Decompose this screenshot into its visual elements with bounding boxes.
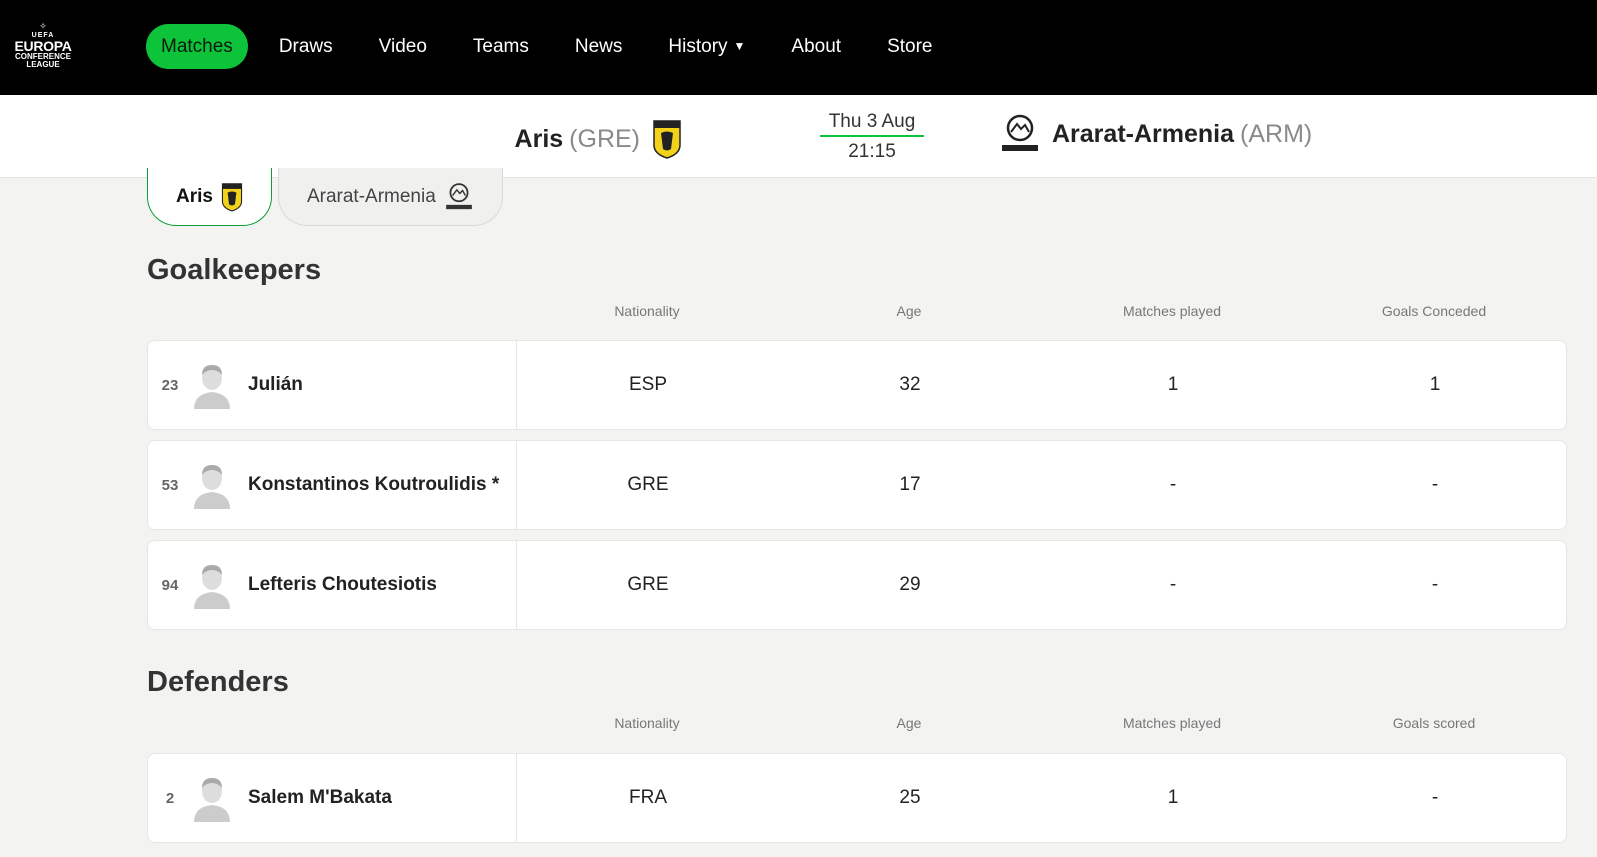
player-row[interactable]: 53 Konstantinos Koutroulidis * GRE 17 - … xyxy=(147,440,1567,530)
nav-item-about[interactable]: About xyxy=(776,24,856,69)
tab-aris[interactable]: Aris xyxy=(147,168,272,226)
player-age: 32 xyxy=(899,374,921,395)
match-date: Thu 3 Aug xyxy=(820,111,924,137)
nav-item-store[interactable]: Store xyxy=(872,24,947,69)
section-title-defenders: Defenders xyxy=(147,666,289,698)
chevron-down-icon: ▼ xyxy=(733,39,746,54)
player-matches-played: - xyxy=(1169,474,1177,495)
player-goals-conceded: - xyxy=(1431,474,1439,495)
header-matches-played: Matches played xyxy=(1122,303,1222,319)
team-tabs: Aris Ararat-Armenia xyxy=(147,168,509,226)
header-age: Age xyxy=(896,303,922,319)
ararat-crest-icon xyxy=(1002,114,1038,151)
match-header: Aris (GRE) Thu 3 Aug 21:15 Ararat-Armeni… xyxy=(0,95,1597,178)
player-number: 23 xyxy=(161,376,179,394)
nav-item-news[interactable]: News xyxy=(560,24,638,69)
player-row[interactable]: 2 Salem M'Bakata FRA 25 1 - xyxy=(147,753,1567,843)
nav-label: Teams xyxy=(472,36,529,57)
logo-line1: EUROPA xyxy=(14,38,72,54)
player-cell: 23 Julián xyxy=(148,341,517,429)
tab-ararat-armenia[interactable]: Ararat-Armenia xyxy=(277,168,503,226)
player-goals-conceded: - xyxy=(1431,574,1439,595)
header-goals-conceded: Goals Conceded xyxy=(1381,303,1487,319)
match-datetime[interactable]: Thu 3 Aug 21:15 xyxy=(820,111,924,163)
header-matches-played: Matches played xyxy=(1122,715,1222,731)
nav-label: Store xyxy=(887,36,933,57)
away-team-name: Ararat-Armenia xyxy=(1052,119,1235,148)
player-goals-scored: - xyxy=(1431,787,1439,808)
nav-label: Video xyxy=(378,36,427,57)
player-nationality: ESP xyxy=(628,374,668,395)
player-number: 2 xyxy=(165,789,175,807)
nav-item-matches[interactable]: Matches xyxy=(146,24,248,69)
player-age: 17 xyxy=(899,474,921,495)
header-nationality: Nationality xyxy=(614,303,680,319)
nav-item-video[interactable]: Video xyxy=(364,24,442,69)
player-cell: 94 Lefteris Choutesiotis xyxy=(148,541,517,629)
home-team[interactable]: Aris (GRE) xyxy=(515,119,682,159)
player-matches-played: - xyxy=(1169,574,1177,595)
nav-label: Matches xyxy=(161,36,233,57)
player-row[interactable]: 94 Lefteris Choutesiotis GRE 29 - - xyxy=(147,540,1567,630)
player-cell: 53 Konstantinos Koutroulidis * xyxy=(148,441,517,529)
section-title-goalkeepers: Goalkeepers xyxy=(147,254,322,286)
home-team-name: Aris xyxy=(514,124,564,153)
header-goals-scored: Goals scored xyxy=(1392,715,1476,731)
tab-label: Ararat-Armenia xyxy=(306,185,436,207)
logo-line3: LEAGUE xyxy=(26,60,60,69)
aris-crest-icon xyxy=(221,182,243,212)
player-age: 25 xyxy=(899,787,921,808)
uecl-logo[interactable]: ✧ UEFA EUROPA CONFERENCE LEAGUE xyxy=(10,22,76,72)
player-avatar-icon xyxy=(194,465,230,509)
home-team-code: (GRE) xyxy=(569,124,640,153)
player-nationality: GRE xyxy=(627,574,669,595)
player-name: Salem M'Bakata xyxy=(248,787,392,808)
player-goals-conceded: 1 xyxy=(1429,374,1441,395)
player-matches-played: 1 xyxy=(1167,374,1179,395)
player-name: Lefteris Choutesiotis xyxy=(248,574,437,595)
away-team-code: (ARM) xyxy=(1240,119,1313,148)
nav-label: History xyxy=(668,36,728,57)
tab-label: Aris xyxy=(176,185,213,207)
defenders-column-headers: Nationality Age Matches played Goals sco… xyxy=(147,715,1567,735)
ararat-crest-icon xyxy=(445,182,472,209)
player-name: Konstantinos Koutroulidis * xyxy=(248,474,500,495)
logo-star-icon: ✧ xyxy=(39,21,47,31)
match-kickoff-time: 21:15 xyxy=(848,141,896,162)
player-name: Julián xyxy=(248,374,303,395)
player-matches-played: 1 xyxy=(1167,787,1179,808)
player-nationality: FRA xyxy=(629,787,667,808)
player-number: 94 xyxy=(161,576,179,594)
nav-label: News xyxy=(574,36,623,57)
player-nationality: GRE xyxy=(627,474,669,495)
player-age: 29 xyxy=(899,574,921,595)
top-navigation: ✧ UEFA EUROPA CONFERENCE LEAGUE Matches … xyxy=(0,0,1597,95)
nav-item-history[interactable]: History ▼ xyxy=(653,24,760,69)
player-number: 53 xyxy=(161,476,179,494)
goalkeepers-column-headers: Nationality Age Matches played Goals Con… xyxy=(147,303,1567,323)
player-cell: 2 Salem M'Bakata xyxy=(148,754,517,842)
nav-item-draws[interactable]: Draws xyxy=(264,24,348,69)
header-nationality: Nationality xyxy=(614,715,680,731)
aris-crest-icon xyxy=(653,120,681,159)
nav-label: About xyxy=(791,36,842,57)
away-team[interactable]: Ararat-Armenia (ARM) xyxy=(1000,113,1312,155)
player-avatar-icon xyxy=(194,365,230,409)
player-row[interactable]: 23 Julián ESP 32 1 1 xyxy=(147,340,1567,430)
nav-menu: Matches Draws Video Teams News History ▼ … xyxy=(146,24,964,69)
player-avatar-icon xyxy=(194,565,230,609)
player-avatar-icon xyxy=(194,778,230,822)
header-age: Age xyxy=(896,715,922,731)
nav-item-teams[interactable]: Teams xyxy=(458,24,544,69)
nav-label: Draws xyxy=(278,36,333,57)
